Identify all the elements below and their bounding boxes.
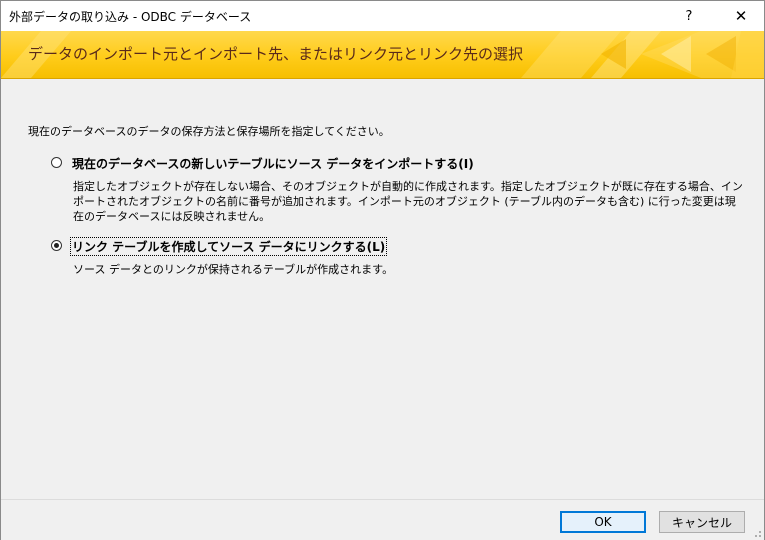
- title-bar: 外部データの取り込み - ODBC データベース ? ✕: [1, 1, 764, 31]
- window-title: 外部データの取り込み - ODBC データベース: [9, 10, 252, 24]
- radio-import[interactable]: [51, 157, 62, 168]
- banner-title: データのインポート元とインポート先、またはリンク元とリンク先の選択: [28, 45, 524, 63]
- option-link-description: ソース データとのリンクが保持されるテーブルが作成されます。: [73, 263, 394, 276]
- content-area: 現在のデータベースのデータの保存方法と保存場所を指定してください。 現在のデータ…: [1, 79, 764, 499]
- option-import-description: 指定したオブジェクトが存在しない場合、そのオブジェクトが自動的に作成されます。指…: [73, 180, 743, 223]
- import-dialog: 外部データの取り込み - ODBC データベース ? ✕ データのインポート元と…: [0, 0, 765, 540]
- radio-link[interactable]: [51, 240, 62, 251]
- help-button[interactable]: ?: [666, 1, 712, 31]
- button-bar: OK キャンセル: [1, 499, 764, 540]
- header-banner: データのインポート元とインポート先、またはリンク元とリンク先の選択: [1, 31, 764, 79]
- instruction-text: 現在のデータベースのデータの保存方法と保存場所を指定してください。: [28, 125, 390, 138]
- resize-grip-icon[interactable]: [752, 528, 762, 538]
- close-button[interactable]: ✕: [718, 1, 764, 31]
- option-import-label[interactable]: 現在のデータベースの新しいテーブルにソース データをインポートする(I): [71, 155, 475, 172]
- cancel-button[interactable]: キャンセル: [659, 511, 745, 533]
- ok-button[interactable]: OK: [560, 511, 646, 533]
- option-link-label[interactable]: リンク テーブルを作成してソース データにリンクする(L): [70, 237, 388, 256]
